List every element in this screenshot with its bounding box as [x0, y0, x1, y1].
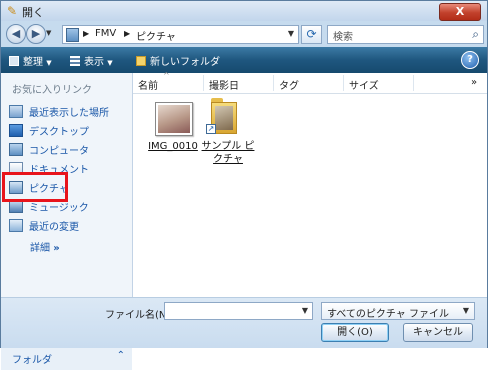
column-header: 名前 ^ 撮影日 タグ サイズ »: [133, 71, 487, 94]
address-bar[interactable]: ▶ FMV ▶ ピクチャ ▼: [62, 25, 299, 44]
breadcrumb-separator-icon: ▶: [124, 29, 131, 38]
more-label: 詳細: [30, 243, 50, 254]
search-icon[interactable]: ⌕: [472, 27, 479, 42]
sidebar-item-computer[interactable]: コンピュータ: [9, 141, 129, 158]
computer-icon: [9, 143, 23, 156]
column-size[interactable]: サイズ: [349, 77, 379, 92]
image-thumbnail: [155, 102, 193, 136]
command-toolbar: 整理 ▼ 表示 ▼ 新しいフォルダ ?: [1, 47, 487, 73]
breadcrumb-separator-icon: ▶: [83, 29, 90, 38]
title-bar: ✎ 開く X: [1, 1, 487, 21]
desktop-icon: [9, 124, 23, 137]
filename-input[interactable]: ▼: [164, 302, 313, 320]
sidebar-item-recently-changed[interactable]: 最近の変更: [9, 217, 129, 234]
views-icon: [70, 56, 80, 66]
address-dropdown-icon[interactable]: ▼: [288, 29, 294, 38]
file-list: IMG_0010 ↗ サンプル ピ クチャ: [133, 94, 487, 297]
filetype-value: すべてのピクチャ ファイル: [327, 309, 449, 320]
close-button[interactable]: X: [439, 3, 481, 21]
footer-bar: ファイル名(N): ▼ すべてのピクチャ ファイル ▼ 開く(O) キャンセル: [1, 297, 487, 348]
filename-dropdown-icon[interactable]: ▼: [302, 306, 308, 315]
column-divider[interactable]: [203, 75, 204, 91]
history-dropdown-icon[interactable]: ▼: [46, 29, 51, 37]
sort-ascending-icon: ^: [163, 71, 170, 80]
forward-button[interactable]: ▶: [26, 24, 46, 44]
file-name: IMG_0010: [148, 141, 198, 152]
shortcut-arrow-icon: ↗: [206, 124, 216, 134]
column-tags[interactable]: タグ: [279, 77, 299, 92]
sidebar-item-recent-places[interactable]: 最近表示した場所: [9, 103, 129, 120]
recently-changed-icon: [9, 219, 23, 232]
open-dialog: ✎ 開く X ◀ ▶ ▼ ▶ FMV ▶ ピクチャ ▼ ⟳ 検索 ⌕ 整理 ▼ …: [0, 0, 488, 370]
help-button[interactable]: ?: [461, 51, 479, 69]
sidebar-item-label: 最近の変更: [29, 222, 79, 233]
folder-item[interactable]: ↗ サンプル ピ クチャ: [199, 96, 257, 166]
breadcrumb-fmv[interactable]: FMV: [95, 28, 116, 39]
views-label: 表示: [84, 57, 104, 68]
column-name[interactable]: 名前: [138, 77, 158, 92]
more-columns-icon[interactable]: »: [471, 77, 477, 88]
cancel-button[interactable]: キャンセル: [403, 323, 473, 342]
location-icon: [66, 28, 79, 42]
column-divider[interactable]: [273, 75, 274, 91]
favorite-links-header: お気に入りリンク: [12, 85, 92, 96]
back-arrow-icon: ◀: [11, 27, 21, 40]
column-divider[interactable]: [343, 75, 344, 91]
folders-toggle[interactable]: フォルダ ⌃: [1, 345, 132, 370]
views-button[interactable]: 表示 ▼: [70, 53, 113, 68]
column-divider[interactable]: [413, 75, 414, 91]
file-item[interactable]: IMG_0010: [141, 96, 205, 160]
highlight-box: [2, 172, 68, 202]
sidebar-item-label: 最近表示した場所: [29, 108, 109, 119]
breadcrumb-pictures[interactable]: ピクチャ: [136, 28, 176, 43]
window-title: 開く: [22, 6, 44, 19]
organize-button[interactable]: 整理 ▼: [9, 53, 52, 68]
sidebar-item-desktop[interactable]: デスクトップ: [9, 122, 129, 139]
search-input[interactable]: 検索 ⌕: [327, 25, 484, 44]
sidebar-item-label: コンピュータ: [29, 146, 89, 157]
filetype-select[interactable]: すべてのピクチャ ファイル ▼: [321, 302, 475, 320]
forward-arrow-icon: ▶: [31, 27, 41, 40]
address-row: ◀ ▶ ▼ ▶ FMV ▶ ピクチャ ▼ ⟳ 検索 ⌕: [1, 21, 487, 47]
column-date-taken[interactable]: 撮影日: [209, 77, 239, 92]
open-button[interactable]: 開く(O): [321, 323, 389, 342]
refresh-button[interactable]: ⟳: [301, 25, 322, 44]
back-button[interactable]: ◀: [6, 24, 26, 44]
new-folder-icon: [136, 56, 146, 66]
new-folder-button[interactable]: 新しいフォルダ: [136, 53, 220, 68]
search-placeholder: 検索: [333, 32, 353, 43]
new-folder-label: 新しいフォルダ: [150, 57, 220, 68]
recent-places-icon: [9, 105, 23, 118]
folder-name-line1: サンプル ピ: [201, 141, 255, 152]
folders-label: フォルダ: [12, 355, 52, 366]
refresh-icon: ⟳: [306, 27, 317, 41]
organize-icon: [9, 56, 19, 66]
filetype-dropdown-icon: ▼: [462, 306, 469, 315]
folder-name-line2: クチャ: [213, 154, 243, 165]
organize-label: 整理: [23, 57, 43, 68]
sidebar-item-label: デスクトップ: [29, 127, 89, 138]
more-links[interactable]: 詳細 »: [30, 239, 60, 254]
chevron-up-icon: ⌃: [116, 350, 125, 361]
chevron-double-right-icon: »: [53, 243, 60, 254]
app-icon: ✎: [7, 4, 18, 18]
